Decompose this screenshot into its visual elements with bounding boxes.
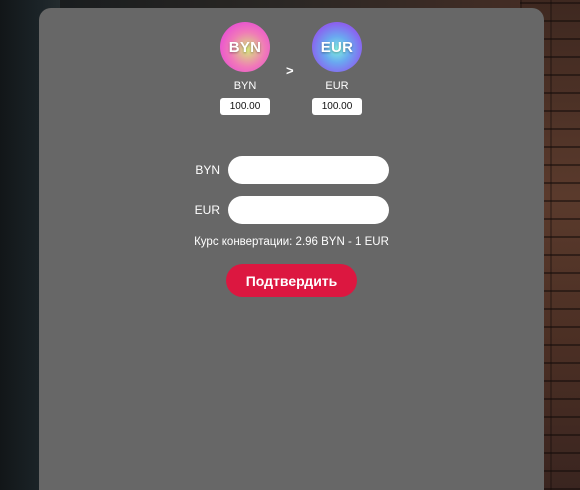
from-currency: BYN BYN 100.00 bbox=[215, 22, 275, 115]
direction-arrow-icon: > bbox=[286, 63, 294, 78]
to-amount-box: 100.00 bbox=[312, 98, 362, 115]
from-currency-label: BYN bbox=[233, 80, 257, 92]
to-currency-label: EUR bbox=[325, 80, 349, 92]
eur-coin-icon: EUR bbox=[312, 22, 362, 72]
confirm-button[interactable]: Подтвердить bbox=[226, 264, 357, 297]
byn-input-row: BYN bbox=[179, 156, 389, 184]
from-amount-box: 100.00 bbox=[220, 98, 270, 115]
eur-input-label: EUR bbox=[194, 203, 220, 217]
conversion-rate-text: Курс конвертации: 2.96 BYN - 1 EUR bbox=[194, 236, 389, 248]
eur-coin-text: EUR bbox=[320, 38, 354, 56]
byn-coin-text: BYN bbox=[228, 38, 262, 56]
converter-panel: BYN BYN 100.00 > EUR EUR 100.00 BYN EUR … bbox=[39, 8, 544, 490]
eur-input[interactable] bbox=[228, 196, 389, 224]
to-currency: EUR EUR 100.00 bbox=[307, 22, 367, 115]
byn-input[interactable] bbox=[228, 156, 389, 184]
byn-input-label: BYN bbox=[195, 163, 220, 177]
byn-coin-icon: BYN bbox=[220, 22, 270, 72]
eur-input-row: EUR bbox=[179, 196, 389, 224]
